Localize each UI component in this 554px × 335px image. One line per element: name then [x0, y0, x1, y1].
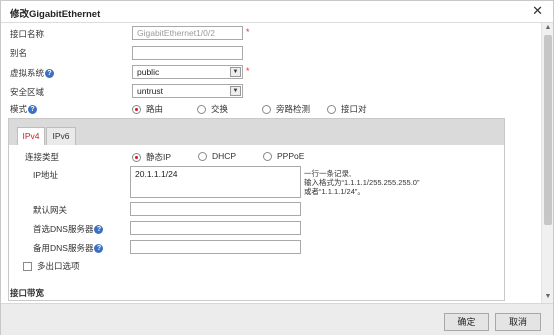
radio-icon[interactable] [197, 104, 206, 114]
vsys-label-text: 虚拟系统 [10, 68, 45, 78]
vsys-select[interactable]: public ▼ [132, 65, 243, 79]
required-mark: * [246, 27, 250, 37]
radio-icon[interactable] [327, 104, 336, 114]
help-icon[interactable]: ? [94, 244, 104, 254]
tab-ipv4[interactable]: IPv4 [17, 127, 45, 145]
conn-static-label: 静态IP [146, 152, 172, 162]
mode-label-text: 模式 [10, 104, 28, 114]
vertical-scrollbar[interactable]: ▲ ▼ [541, 23, 553, 303]
dns1-label-text: 首选DNS服务器 [33, 224, 94, 234]
radio-selected-icon[interactable] [132, 152, 141, 162]
vsys-value: public [137, 67, 160, 77]
radio-icon[interactable] [262, 104, 271, 114]
dialog-body: 接口名称 GigabitEthernet1/0/2 * 别名 虚拟系统? pub… [1, 23, 541, 303]
ok-button[interactable]: 确定 [444, 313, 489, 331]
chevron-down-icon[interactable]: ▼ [230, 67, 241, 77]
mode-pair-option[interactable]: 接口对 [327, 103, 367, 115]
help-icon[interactable]: ? [28, 105, 38, 115]
zone-value: untrust [137, 86, 163, 96]
ip-label: IP地址 [33, 170, 59, 180]
dns1-label: 首选DNS服务器? [33, 223, 104, 235]
conn-pppoe-option[interactable]: PPPoE [263, 151, 304, 161]
bandwidth-section-title: 接口带宽 [10, 288, 45, 298]
chevron-down-icon[interactable]: ▼ [230, 86, 241, 96]
close-icon[interactable]: ✕ [532, 4, 543, 18]
dns2-input[interactable] [130, 240, 301, 254]
mode-switch-option[interactable]: 交换 [197, 103, 228, 115]
scroll-down-icon[interactable]: ▼ [544, 293, 552, 301]
panel-tab-bar: IPv4 IPv6 [9, 119, 504, 145]
conn-dhcp-label: DHCP [212, 151, 237, 161]
ip-config-panel: IPv4 IPv6 连接类型 静态IP DHCP PPPoE IP地址 20.1… [8, 118, 505, 301]
dialog-footer: 确定 取消 [1, 303, 553, 335]
vsys-label: 虚拟系统? [10, 67, 55, 79]
required-mark: * [246, 66, 250, 76]
multi-egress-option[interactable]: 多出口选项 [23, 260, 80, 272]
cancel-button[interactable]: 取消 [495, 313, 541, 331]
conn-pppoe-label: PPPoE [277, 151, 305, 161]
help-icon[interactable]: ? [94, 225, 104, 235]
help-icon[interactable]: ? [45, 69, 55, 79]
interface-name-label: 接口名称 [10, 29, 45, 39]
scroll-up-icon[interactable]: ▲ [544, 24, 552, 32]
radio-icon[interactable] [263, 151, 272, 161]
mode-switch-label: 交换 [211, 104, 229, 114]
radio-icon[interactable] [198, 151, 207, 161]
scroll-thumb[interactable] [544, 35, 552, 225]
gateway-label: 默认网关 [33, 205, 68, 215]
ip-format-hint: 一行一条记录, 输入格式为“1.1.1.1/255.255.255.0” 或者“… [304, 169, 419, 196]
mode-route-option[interactable]: 路由 [132, 103, 163, 115]
hint-line: 或者“1.1.1.1/24”。 [304, 187, 365, 196]
dns2-label: 备用DNS服务器? [33, 242, 104, 254]
hint-line: 一行一条记录, [304, 169, 352, 178]
dns2-label-text: 备用DNS服务器 [33, 243, 94, 253]
checkbox-icon[interactable] [23, 262, 32, 272]
zone-select[interactable]: untrust ▼ [132, 84, 243, 98]
conn-dhcp-option[interactable]: DHCP [198, 151, 236, 161]
ip-address-textarea[interactable]: 20.1.1.1/24 [130, 166, 301, 198]
edit-interface-dialog: 修改GigabitEthernet ✕ 接口名称 GigabitEthernet… [0, 0, 554, 335]
dns1-input[interactable] [130, 221, 301, 235]
conn-static-option[interactable]: 静态IP [132, 151, 171, 163]
mode-pair-label: 接口对 [341, 104, 367, 114]
mode-bypass-label: 旁路检测 [276, 104, 311, 114]
dialog-titlebar: 修改GigabitEthernet ✕ [1, 1, 553, 23]
interface-name-field: GigabitEthernet1/0/2 [132, 26, 243, 40]
zone-label: 安全区域 [10, 87, 45, 97]
multi-egress-label: 多出口选项 [37, 261, 80, 271]
mode-label: 模式? [10, 103, 38, 115]
conn-type-label: 连接类型 [25, 152, 60, 162]
radio-selected-icon[interactable] [132, 104, 141, 114]
dialog-title: 修改GigabitEthernet [10, 9, 101, 20]
tab-ipv6[interactable]: IPv6 [46, 127, 76, 145]
gateway-input[interactable] [130, 202, 301, 216]
mode-bypass-option[interactable]: 旁路检测 [262, 103, 310, 115]
alias-input[interactable] [132, 46, 243, 60]
mode-route-label: 路由 [146, 104, 164, 114]
alias-label: 别名 [10, 48, 28, 58]
hint-line: 输入格式为“1.1.1.1/255.255.255.0” [304, 178, 420, 187]
